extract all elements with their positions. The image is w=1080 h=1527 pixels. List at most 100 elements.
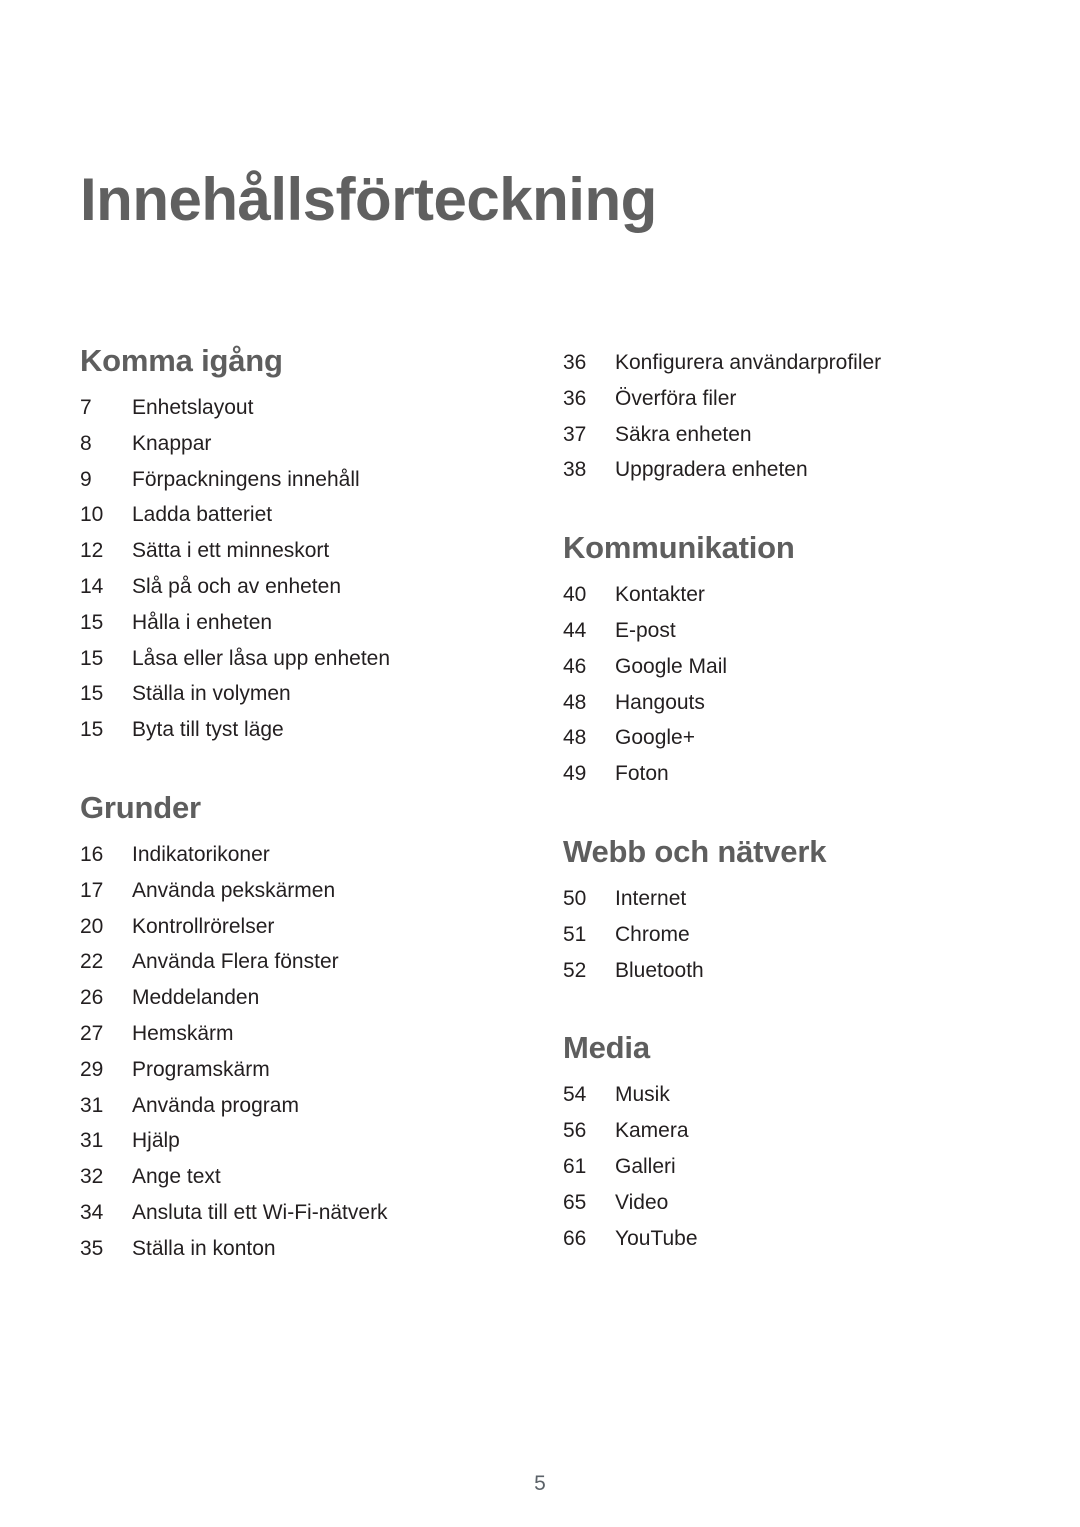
toc-entry-label: Enhetslayout	[132, 396, 254, 419]
toc-entry-youtube[interactable]: 66 YouTube	[563, 1221, 993, 1257]
toc-entry-anvanda-pekskarmen[interactable]: 17 Använda pekskärmen	[80, 873, 510, 909]
toc-entry-page-number: 56	[563, 1119, 587, 1143]
toc-entry-page-number: 29	[80, 1057, 104, 1081]
toc-entry-label: Låsa eller låsa upp enheten	[132, 646, 391, 670]
toc-entry-page-number: 16	[80, 842, 104, 866]
toc-entry-anvanda-program[interactable]: 31 Använda program	[80, 1088, 510, 1124]
toc-page: Innehållsförteckning Komma igång 7 Enhetsl…	[0, 0, 1080, 1527]
toc-entry-page-number: 50	[563, 886, 587, 910]
toc-section-heading: Media	[563, 1030, 650, 1066]
toc-entry-halla-i-enheten[interactable]: 15 Hålla i enheten	[80, 605, 510, 641]
toc-entry-meddelanden[interactable]: 26 Meddelanden	[80, 980, 510, 1016]
toc-entry-page-number: 12	[80, 539, 104, 563]
toc-entry-hangouts[interactable]: 48 Hangouts	[563, 685, 993, 721]
toc-entry-page-number: 9	[80, 467, 92, 491]
toc-entry-label: Hålla i enheten	[132, 610, 273, 634]
toc-entry-label: YouTube	[615, 1226, 698, 1250]
toc-entry-anvanda-flera-fonster[interactable]: 22 Använda Flera fönster	[80, 944, 510, 980]
toc-entry-stalla-in-konton[interactable]: 35 Ställa in konton	[80, 1231, 510, 1267]
toc-entry-page-number: 36	[563, 386, 587, 410]
toc-entry-label: Ansluta till ett Wi-Fi-nätverk	[132, 1200, 388, 1224]
toc-entry-google-mail[interactable]: 46 Google Mail	[563, 649, 993, 685]
toc-entry-list: 50 Internet 51 Chrome 52 Bluetooth	[563, 881, 993, 988]
toc-entry-hemskarm[interactable]: 27 Hemskärm	[80, 1016, 510, 1052]
toc-entry-programskarm[interactable]: 29 Programskärm	[80, 1052, 510, 1088]
toc-entry-page-number: 46	[563, 654, 587, 678]
toc-entry-video[interactable]: 65 Video	[563, 1185, 993, 1221]
toc-entry-knappar[interactable]: 8 Knappar	[80, 426, 510, 462]
toc-entry-kamera[interactable]: 56 Kamera	[563, 1113, 993, 1149]
page-title: Innehållsförteckning	[80, 166, 657, 234]
toc-entry-page-number: 32	[80, 1165, 104, 1189]
toc-entry-e-post[interactable]: 44 E-post	[563, 613, 993, 649]
toc-entry-konfigurera-anvandarprofiler[interactable]: 36 Konfigurera användarprofiler	[563, 345, 993, 381]
toc-entry-label: Internet	[615, 886, 687, 910]
toc-entry-musik[interactable]: 54 Musik	[563, 1077, 993, 1113]
toc-entry-page-number: 44	[563, 618, 587, 642]
toc-entry-ladda-batteriet[interactable]: 10 Ladda batteriet	[80, 497, 510, 533]
toc-entry-label: Ladda batteriet	[132, 503, 273, 527]
toc-entry-sakra-enheten[interactable]: 37 Säkra enheten	[563, 417, 993, 453]
toc-entry-label: Kamera	[615, 1119, 689, 1143]
toc-entry-lasa-eller-lasa-upp-enheten[interactable]: 15 Låsa eller låsa upp enheten	[80, 641, 510, 677]
toc-entry-label: Ange text	[132, 1165, 221, 1189]
toc-entry-label: Hjälp	[132, 1129, 180, 1153]
toc-entry-label: Kontakter	[615, 583, 705, 607]
toc-entry-indikatorikoner[interactable]: 16 Indikatorikoner	[80, 837, 510, 873]
toc-entry-internet[interactable]: 50 Internet	[563, 881, 993, 917]
toc-entry-label: Chrome	[615, 922, 690, 946]
toc-entry-forpackningens-innehall[interactable]: 9 Förpackningens innehåll	[80, 462, 510, 498]
toc-entry-page-number: 15	[80, 610, 104, 634]
toc-entry-list: 16 Indikatorikoner 17 Använda pekskärmen 20 K…	[80, 837, 510, 1267]
toc-entry-page-number: 20	[80, 914, 104, 938]
toc-entry-label: Hangouts	[615, 690, 705, 714]
page-number: 5	[534, 1472, 546, 1495]
toc-column-left: Komma igång 7 Enhetslayout 8 Knappar 9 Förpack…	[80, 345, 510, 1267]
toc-entry-page-number: 65	[563, 1190, 587, 1214]
toc-entry-label: Använda program	[132, 1093, 299, 1117]
toc-entry-byta-till-tyst-lage[interactable]: 15 Byta till tyst läge	[80, 712, 510, 748]
toc-entry-list: 36 Konfigurera användarprofiler 36 Överföra…	[563, 345, 993, 488]
toc-entry-label: Galleri	[615, 1154, 676, 1178]
toc-entry-sla-pa-och-av-enheten[interactable]: 14 Slå på och av enheten	[80, 569, 510, 605]
toc-entry-page-number: 15	[80, 718, 104, 742]
toc-entry-page-number: 51	[563, 922, 587, 946]
toc-entry-page-number: 48	[563, 726, 587, 750]
toc-section-heading: Webb och nätverk	[563, 833, 827, 869]
toc-section-heading: Grunder	[80, 789, 201, 825]
toc-entry-kontakter[interactable]: 40 Kontakter	[563, 577, 993, 613]
toc-section-kommunikation: Kommunikation 40 Kontakter 44 E-post 46 Google…	[563, 532, 993, 792]
toc-entry-label: Musik	[615, 1083, 670, 1107]
toc-section-grunder: Grunder 16 Indikatorikoner 17 Använda pekskä…	[80, 792, 510, 1267]
toc-entry-label: Video	[615, 1190, 669, 1214]
toc-entry-page-number: 31	[80, 1093, 104, 1117]
toc-entry-satta-i-ett-minneskort[interactable]: 12 Sätta i ett minneskort	[80, 533, 510, 569]
toc-entry-enhetslayout[interactable]: 7 Enhetslayout	[80, 390, 510, 426]
toc-entry-uppgradera-enheten[interactable]: 38 Uppgradera enheten	[563, 452, 993, 488]
toc-entry-overfora-filer[interactable]: 36 Överföra filer	[563, 381, 993, 417]
toc-entry-label: Google Mail	[615, 654, 728, 678]
toc-entry-page-number: 15	[80, 646, 104, 670]
toc-entry-chrome[interactable]: 51 Chrome	[563, 917, 993, 953]
toc-entry-ange-text[interactable]: 32 Ange text	[80, 1159, 510, 1195]
toc-entry-kontrollrorelser[interactable]: 20 Kontrollrörelser	[80, 909, 510, 945]
toc-entry-ansluta-till-ett-wi-fi-natverk[interactable]: 34 Ansluta till ett Wi-Fi-nätverk	[80, 1195, 510, 1231]
toc-entry-page-number: 26	[80, 986, 104, 1010]
toc-entry-label: Meddelanden	[132, 986, 260, 1010]
toc-entry-page-number: 17	[80, 878, 104, 902]
toc-entry-page-number: 36	[563, 351, 587, 374]
toc-entry-galleri[interactable]: 61 Galleri	[563, 1149, 993, 1185]
toc-entry-label: Använda Flera fönster	[132, 950, 339, 974]
toc-entry-label: Använda pekskärmen	[132, 878, 336, 902]
toc-section-komma-igang: Komma igång 7 Enhetslayout 8 Knappar 9 Förpack…	[80, 345, 510, 748]
toc-entry-stalla-in-volymen[interactable]: 15 Ställa in volymen	[80, 676, 510, 712]
toc-entry-page-number: 8	[80, 431, 92, 455]
toc-entry-label: Säkra enheten	[615, 422, 752, 446]
toc-entry-hjalp[interactable]: 31 Hjälp	[80, 1123, 510, 1159]
toc-entry-label: E-post	[615, 618, 676, 642]
toc-entry-foton[interactable]: 49 Foton	[563, 756, 993, 792]
toc-entry-label: Foton	[615, 762, 669, 786]
toc-entry-list: 7 Enhetslayout 8 Knappar 9 Förpackningens inn…	[80, 390, 510, 748]
toc-entry-google[interactable]: 48 Google+	[563, 720, 993, 756]
toc-entry-bluetooth[interactable]: 52 Bluetooth	[563, 953, 993, 989]
